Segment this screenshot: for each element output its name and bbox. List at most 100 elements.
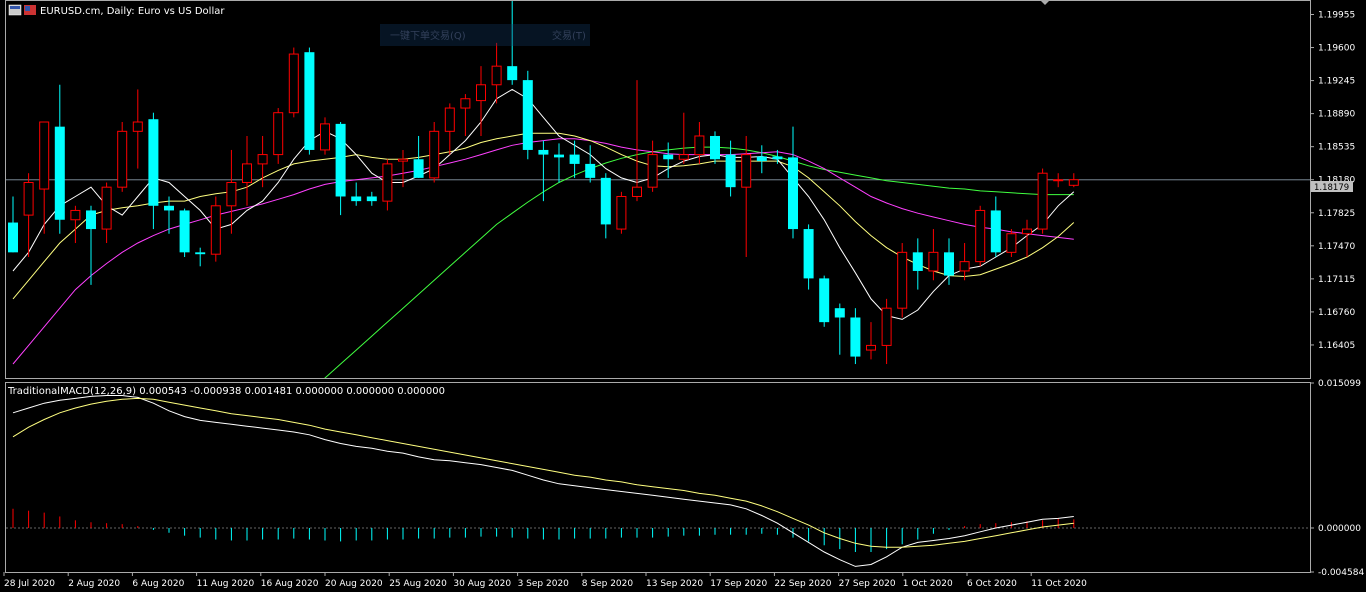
candle-body-bear: [366, 196, 377, 202]
date-tick-label: 8 Sep 2020: [582, 579, 634, 589]
candle-body-bull: [928, 251, 939, 272]
candle-body-bull: [273, 112, 284, 156]
macd-tick-label: 0.015099: [1318, 379, 1361, 389]
candle-body-bear: [600, 177, 611, 225]
candle-body-bull: [866, 344, 876, 351]
candle-body-bull: [288, 53, 299, 114]
candle-body-bull: [1022, 228, 1032, 235]
date-tick-label: 28 Jul 2020: [4, 579, 55, 589]
candle-body-bull: [694, 135, 705, 156]
candle-body-bear: [850, 317, 861, 357]
candle-body-bear: [86, 210, 96, 230]
macd-line: [12, 395, 1074, 567]
one-click-trading-label[interactable]: 一键下单交易(Q): [390, 29, 466, 42]
candle-body-bull: [741, 154, 752, 188]
candle-body-bear: [164, 205, 174, 211]
candle-body-bull: [210, 205, 221, 255]
candle-body-bear: [304, 52, 315, 150]
price-tick-label: 1.18535: [1318, 143, 1355, 153]
candle-body-bull: [491, 65, 502, 86]
date-tick-label: 11 Aug 2020: [197, 579, 255, 589]
candle-body-bear: [990, 210, 1001, 253]
candle-body-bull: [39, 121, 50, 190]
date-tick-label: 22 Sep 2020: [774, 579, 831, 589]
candle-body-bull: [117, 130, 128, 188]
trade-label[interactable]: 交易(T): [552, 29, 586, 42]
candle-body-bull: [460, 98, 471, 109]
price-pane-frame: [5, 0, 1311, 379]
candle-body-bull: [678, 154, 689, 160]
candle-body-bear: [507, 66, 518, 81]
symbol-icon[interactable]: [8, 4, 36, 16]
candle-body-bull: [476, 84, 486, 102]
macd-tick-label: 0.000000: [1318, 524, 1361, 534]
macd-pane-frame: [5, 382, 1311, 573]
candle-body-bear: [663, 154, 674, 160]
candle-body-bear: [788, 157, 798, 230]
candle-body-bear: [8, 222, 18, 253]
date-tick-label: 25 Aug 2020: [389, 579, 447, 589]
candle-body-bull: [1068, 179, 1079, 186]
price-tick-label: 1.19600: [1318, 44, 1355, 54]
candle-body-bull: [1006, 233, 1017, 253]
candle-body-bull: [101, 186, 112, 230]
candle-body-bull: [70, 209, 81, 221]
candle-body-bear: [351, 196, 362, 202]
candle-body-bear: [522, 80, 533, 150]
candle-body-bear: [710, 135, 720, 160]
candle-body-bull: [1037, 172, 1048, 230]
scroll-marker-icon[interactable]: [1040, 0, 1050, 5]
candle-body-bull: [242, 163, 252, 184]
price-tick-label: 1.19245: [1318, 77, 1355, 87]
candle-body-bull: [398, 158, 408, 162]
date-tick-label: 11 Oct 2020: [1031, 579, 1087, 589]
date-tick-label: 13 Sep 2020: [646, 579, 703, 589]
date-tick-label: 27 Sep 2020: [839, 579, 896, 589]
candle-body-bear: [413, 159, 424, 178]
date-tick-label: 30 Aug 2020: [453, 579, 511, 589]
date-tick-label: 2 Aug 2020: [68, 579, 120, 589]
candle-body-bear: [538, 149, 549, 155]
candle-body-bull: [1053, 179, 1064, 182]
date-tick-label: 20 Aug 2020: [325, 579, 383, 589]
candle-body-bear: [944, 252, 954, 276]
candle-body-bear: [148, 119, 159, 206]
price-tick-label: 1.16405: [1318, 341, 1355, 351]
candle-body-bear: [912, 252, 923, 271]
candle-body-bull: [132, 121, 143, 132]
candle-body-bull: [382, 163, 393, 202]
candle-body-bull: [23, 182, 34, 216]
macd-title: TraditionalMACD(12,26,9) 0.000543 -0.000…: [7, 386, 445, 397]
price-tick-label: 1.17470: [1318, 242, 1355, 252]
candle-body-bear: [756, 156, 767, 162]
candle-body-bear: [834, 308, 845, 318]
price-tick-label: 1.16760: [1318, 308, 1355, 318]
candle-body-bear: [803, 229, 814, 279]
candle-body-bull: [975, 209, 986, 263]
ma-fast-line: [12, 88, 1075, 320]
price-tick-label: 1.18890: [1318, 110, 1355, 120]
price-tick-label: 1.19955: [1318, 10, 1355, 20]
date-tick-label: 16 Aug 2020: [261, 579, 319, 589]
macd-series-layer: [6, 395, 1310, 567]
chart-canvas[interactable]: 1.19955 1.19600 1.19245 1.18890 1.18535 1.181…: [0, 0, 1366, 592]
candle-body-bull: [632, 186, 642, 197]
macd-tick-label: -0.004584: [1318, 568, 1364, 578]
candle-body-bear: [335, 123, 346, 197]
current-price-label: 1.18179: [1314, 183, 1349, 193]
date-tick-label: 1 Oct 2020: [903, 579, 953, 589]
one-click-trading-panel[interactable]: 一键下单交易(Q) 交易(T): [380, 24, 590, 46]
candle-body-bull: [616, 195, 627, 230]
candle-body-bull: [429, 130, 440, 179]
candle-body-bull: [881, 307, 892, 346]
axis-layer: 1.19955 1.19600 1.19245 1.18890 1.18535 1.181…: [3, 10, 1364, 589]
date-tick-label: 3 Sep 2020: [518, 579, 570, 589]
price-tick-label: 1.17825: [1318, 209, 1355, 219]
date-tick-label: 6 Oct 2020: [967, 579, 1017, 589]
candle-body-bull: [320, 123, 330, 151]
chart-title: EURUSD.cm, Daily: Euro vs US Dollar: [40, 6, 225, 17]
candle-body-bear: [725, 154, 736, 188]
price-series-layer: [6, 1, 1310, 378]
candle-body-bull: [444, 107, 455, 132]
date-tick-label: 6 Aug 2020: [132, 579, 184, 589]
